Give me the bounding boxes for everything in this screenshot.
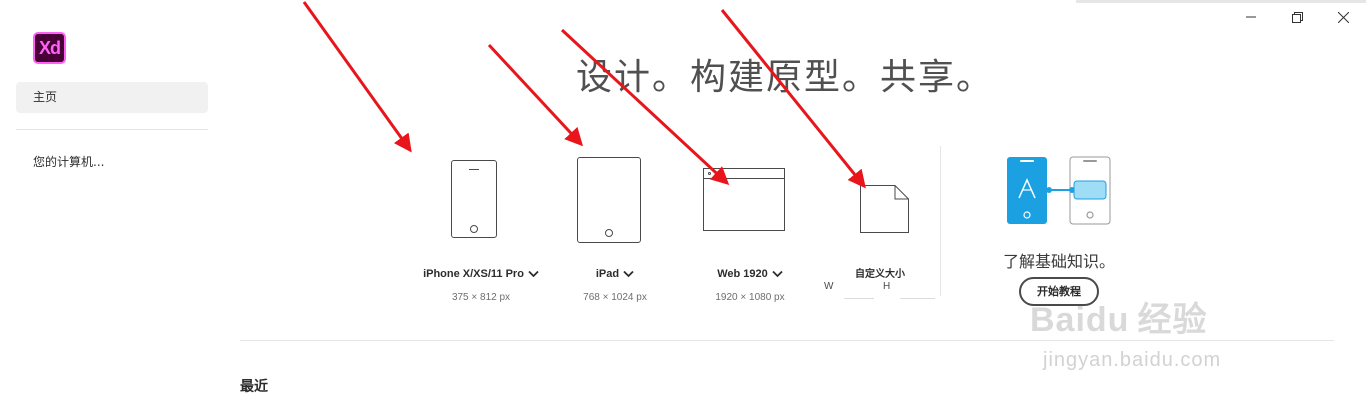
preset-web-size: 1920 × 1080 px xyxy=(715,292,785,303)
minimize-button[interactable] xyxy=(1228,0,1274,34)
annotation-arrow xyxy=(302,1,412,153)
restore-icon xyxy=(1291,11,1303,23)
logo-text: Xd xyxy=(38,37,61,58)
baidu-watermark-logo: Baidu 经验 xyxy=(1030,300,1208,340)
sidebar-divider xyxy=(16,129,208,130)
width-label: W xyxy=(824,281,834,292)
recent-divider xyxy=(240,340,1334,341)
preset-custom: 自定义大小 xyxy=(830,262,930,281)
document-icon[interactable] xyxy=(860,185,910,233)
sidebar-item-your-computer[interactable]: 您的计算机... xyxy=(33,153,104,170)
custom-size-fields: W H xyxy=(822,281,937,299)
minimize-icon xyxy=(1246,16,1256,18)
window-controls xyxy=(1228,0,1366,34)
chevron-down-icon xyxy=(528,270,539,278)
preset-iphone-size: 375 × 812 px xyxy=(451,292,511,303)
preset-ipad-label[interactable]: iPad xyxy=(596,268,634,280)
width-input[interactable] xyxy=(844,298,874,299)
chevron-down-icon xyxy=(772,270,783,278)
height-input[interactable] xyxy=(900,298,935,299)
browser-icon[interactable] xyxy=(703,168,785,231)
height-label: H xyxy=(883,281,891,292)
preset-iphone[interactable]: iPhone X/XS/11 Pro 375 × 812 px xyxy=(411,262,551,303)
close-button[interactable] xyxy=(1320,0,1366,34)
chevron-down-icon xyxy=(623,270,634,278)
recent-section-title: 最近 xyxy=(240,379,268,395)
page-title: 设计。构建原型。共享。 xyxy=(575,57,994,98)
preset-web[interactable]: Web 1920 1920 × 1080 px xyxy=(690,262,810,303)
tutorial-illustration-icon xyxy=(1007,156,1111,225)
preset-ipad-size: 768 × 1024 px xyxy=(583,292,647,303)
preset-custom-label: 自定义大小 xyxy=(855,269,905,280)
close-icon xyxy=(1337,11,1349,23)
section-divider xyxy=(940,146,941,296)
preset-web-label[interactable]: Web 1920 xyxy=(717,268,783,280)
preset-iphone-label[interactable]: iPhone X/XS/11 Pro xyxy=(423,268,539,280)
sidebar-item-home[interactable]: 主页 xyxy=(16,82,208,113)
learn-basics-title: 了解基础知识。 xyxy=(1003,252,1116,271)
tablet-icon[interactable] xyxy=(577,157,641,243)
restore-button[interactable] xyxy=(1274,0,1320,34)
preset-ipad[interactable]: iPad 768 × 1024 px xyxy=(555,262,675,303)
baidu-watermark-url: jingyan.baidu.com xyxy=(1043,349,1222,371)
sidebar: Xd 主页 您的计算机... xyxy=(0,0,225,402)
phone-icon[interactable] xyxy=(451,160,497,238)
xd-logo: Xd xyxy=(33,32,66,64)
